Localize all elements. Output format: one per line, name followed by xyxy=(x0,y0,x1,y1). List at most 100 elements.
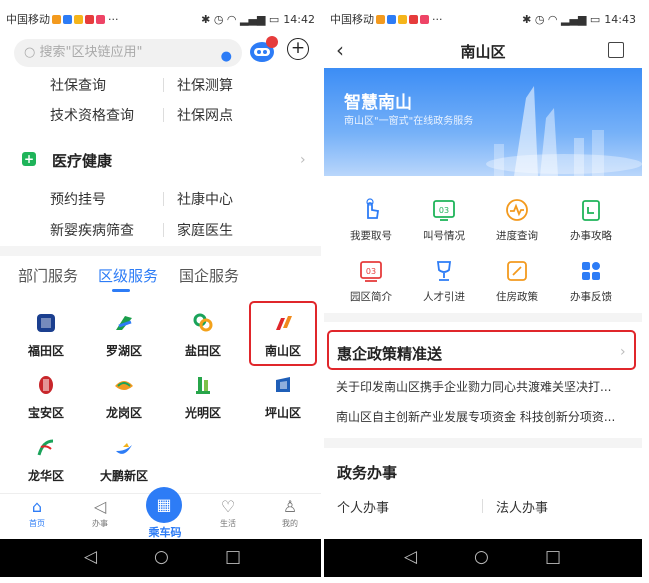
tab-office[interactable]: ◁ 办事 xyxy=(78,498,122,529)
app-notification-icon xyxy=(398,14,407,24)
share-icon[interactable] xyxy=(608,42,624,58)
service-label: 进度查询 xyxy=(496,230,538,242)
district-baoan[interactable]: 宝安区 xyxy=(11,374,81,421)
service-feedback[interactable]: 办事反馈 xyxy=(556,259,626,304)
district-guangming[interactable]: 光明区 xyxy=(168,374,238,421)
pingshan-logo-icon xyxy=(276,377,290,392)
list-item[interactable]: 家庭医生 xyxy=(177,220,233,240)
app-notification-icon xyxy=(409,14,418,24)
list-item[interactable]: 社康中心 xyxy=(177,189,233,209)
search-icon: ○ xyxy=(24,45,36,60)
list-item[interactable]: 社保查询 xyxy=(50,75,106,95)
service-label: 办事攻略 xyxy=(570,230,612,242)
tab-label: 首页 xyxy=(29,519,45,528)
carrier-label: 中国移动 xyxy=(6,13,50,26)
tab-life[interactable]: ♡ 生活 xyxy=(206,498,250,529)
banner-subtitle: 南山区"一窗式"在线政务服务 xyxy=(344,116,474,127)
tap-hand-icon xyxy=(366,198,380,219)
nav-back-icon[interactable]: ◁ xyxy=(84,547,97,567)
app-notification-icon xyxy=(387,14,396,24)
list-item[interactable]: 技术资格查询 xyxy=(50,105,134,125)
nav-home-icon[interactable]: ○ xyxy=(474,547,489,567)
divider xyxy=(163,192,164,206)
assistant-bot-icon[interactable] xyxy=(248,36,278,64)
nav-recent-icon[interactable]: □ xyxy=(225,547,241,567)
dapeng-logo-icon xyxy=(116,443,132,454)
nav-back-icon[interactable]: ◁ xyxy=(404,547,417,567)
carrier-label: 中国移动 xyxy=(330,13,374,26)
district-dapeng[interactable]: 大鹏新区 xyxy=(89,437,159,484)
clock: 14:43 xyxy=(604,12,636,26)
add-icon[interactable]: + xyxy=(287,38,309,60)
tab-state-owned[interactable]: 国企服务 xyxy=(179,265,239,286)
guide-clipboard-icon xyxy=(582,200,600,221)
heart-icon: ♡ xyxy=(220,497,236,516)
divider xyxy=(0,246,321,256)
service-queue-status[interactable]: 03 叫号情况 xyxy=(409,198,479,243)
app-notification-icon xyxy=(74,14,83,24)
tab-mine[interactable]: ♙ 我的 xyxy=(268,498,312,529)
park-intro-icon: 03 xyxy=(360,261,382,282)
system-nav-bar: ◁ ○ □ xyxy=(0,539,321,577)
district-longgang[interactable]: 龙岗区 xyxy=(89,374,159,421)
yantian-logo-icon xyxy=(193,313,213,332)
home-icon: ⌂ xyxy=(31,497,43,516)
tab-department[interactable]: 部门服务 xyxy=(18,265,78,286)
ride-code-label[interactable]: 乘车码 xyxy=(140,524,190,540)
service-housing[interactable]: 住房政策 xyxy=(482,259,552,304)
news-item[interactable]: 关于印发南山区携手企业勠力同心共渡难关坚决打... xyxy=(336,378,636,395)
district-futian[interactable]: 福田区 xyxy=(11,312,81,359)
app-notification-icon xyxy=(376,14,385,24)
bus-code-icon[interactable]: ▦ xyxy=(146,487,182,523)
system-nav-bar: ◁ ○ □ xyxy=(324,539,642,577)
longgang-logo-icon xyxy=(115,381,133,390)
district-pingshan[interactable]: 坪山区 xyxy=(248,374,318,421)
search-input[interactable]: ○ 搜索"区块链应用" ● xyxy=(14,39,242,67)
list-item[interactable]: 社保测算 xyxy=(177,75,233,95)
district-label: 光明区 xyxy=(184,406,221,420)
app-notification-icon xyxy=(52,14,61,24)
queue-number-icon: 03 xyxy=(433,200,455,221)
district-label: 宝安区 xyxy=(27,406,64,420)
status-icons: ✱ ◷ ◠ ▂▄▆ ▭ xyxy=(201,12,280,26)
list-item[interactable]: 社保网点 xyxy=(177,105,233,125)
list-item[interactable]: 预约挂号 xyxy=(50,189,106,209)
nav-recent-icon[interactable]: □ xyxy=(545,547,561,567)
section-title: 医疗健康 xyxy=(52,152,113,170)
service-progress-query[interactable]: 进度查询 xyxy=(482,198,552,243)
banner[interactable]: 智慧南山 南山区"一窗式"在线政务服务 xyxy=(324,68,642,176)
tab-district[interactable]: 区级服务 xyxy=(98,265,158,286)
service-guide[interactable]: 办事攻略 xyxy=(556,198,626,243)
service-park-intro[interactable]: 03 园区简介 xyxy=(336,259,406,304)
nav-home-icon[interactable]: ○ xyxy=(154,547,169,567)
tab-home[interactable]: ⌂ 首页 xyxy=(15,498,59,529)
divider xyxy=(324,313,642,322)
district-longhua[interactable]: 龙华区 xyxy=(11,437,81,484)
send-icon: ◁ xyxy=(93,497,107,516)
news-item[interactable]: 南山区自主创新产业发展专项资金 科技创新分项资... xyxy=(336,408,636,425)
status-bar: 中国移动 ··· ✱ ◷ ◠ ▂▄▆ ▭ 14:43 xyxy=(324,0,642,38)
left-screen: 中国移动 ··· ✱ ◷ ◠ ▂▄▆ ▭ 14:42 ○ 搜索"区块链应用" ●… xyxy=(0,0,321,577)
chevron-right-icon[interactable]: › xyxy=(300,152,306,168)
personal-affairs[interactable]: 个人办事 xyxy=(337,497,389,516)
list-item[interactable]: 新婴疾病筛查 xyxy=(50,220,134,240)
feedback-grid-icon xyxy=(582,262,600,280)
service-take-number[interactable]: 我要取号 xyxy=(336,198,406,243)
trophy-icon xyxy=(436,261,452,281)
service-label: 人才引进 xyxy=(423,291,465,303)
divider xyxy=(163,78,164,92)
district-yantian[interactable]: 盐田区 xyxy=(168,312,238,359)
microphone-icon[interactable]: ● xyxy=(221,43,232,71)
service-label: 园区简介 xyxy=(350,291,392,303)
tab-label: 办事 xyxy=(92,519,108,528)
district-luohu[interactable]: 罗湖区 xyxy=(89,312,159,359)
banner-title: 智慧南山 xyxy=(344,93,412,113)
district-label: 大鹏新区 xyxy=(99,469,148,483)
app-notification-icon xyxy=(420,14,429,24)
baoan-logo-icon xyxy=(39,376,53,394)
search-placeholder: 搜索"区块链应用" xyxy=(39,45,143,60)
corporate-affairs[interactable]: 法人办事 xyxy=(496,497,548,516)
service-talent[interactable]: 人才引进 xyxy=(409,259,479,304)
more-icon: ··· xyxy=(108,12,119,26)
progress-pulse-icon xyxy=(506,199,528,221)
